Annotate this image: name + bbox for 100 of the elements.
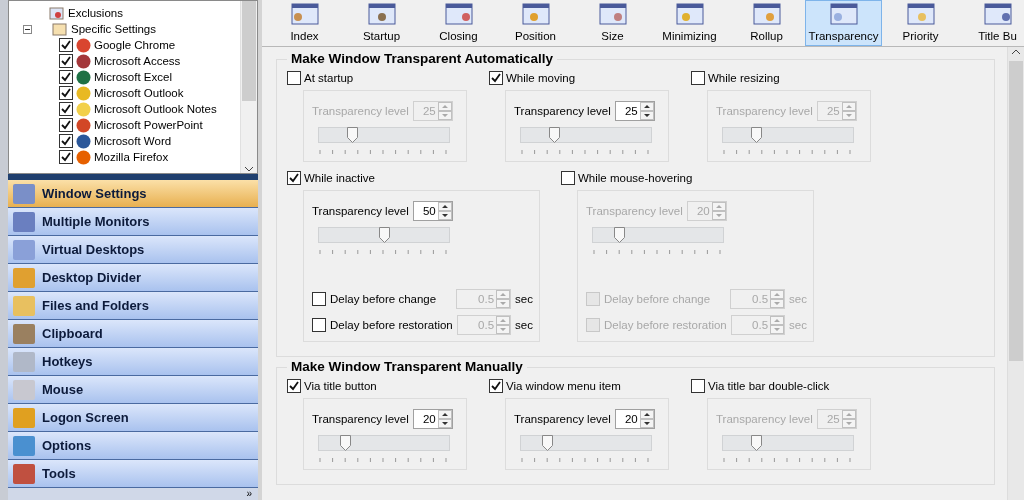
spin-arrows-icon[interactable] xyxy=(437,202,452,220)
checkbox-label: Via title bar double-click xyxy=(708,380,830,392)
checkbox-label: Delay before change xyxy=(604,293,712,305)
toolbar-tab[interactable]: Priority xyxy=(882,0,959,46)
slider-track[interactable] xyxy=(318,127,450,143)
tree-item[interactable]: Exclusions xyxy=(68,7,123,19)
unit-label: sec xyxy=(515,319,533,331)
checkbox[interactable] xyxy=(59,102,73,116)
group-title: Make Window Transparent Automatically xyxy=(287,51,557,66)
checkbox[interactable] xyxy=(59,86,73,100)
tree-item[interactable]: Specific Settings xyxy=(71,23,156,35)
tree-item[interactable]: Microsoft Word xyxy=(94,135,172,147)
slider-thumb[interactable] xyxy=(379,227,390,243)
slider-track[interactable] xyxy=(520,435,652,451)
slider-thumb[interactable] xyxy=(340,435,351,451)
scrollbar[interactable] xyxy=(1007,47,1024,500)
unit-label: sec xyxy=(515,293,533,305)
toolbar-tab[interactable]: Transparency xyxy=(805,0,882,46)
toolbar-tab[interactable]: Closing xyxy=(420,0,497,46)
slider-thumb[interactable] xyxy=(542,435,553,451)
checkbox-label: Delay before restoration xyxy=(604,319,727,331)
field-label: Transparency level xyxy=(312,413,409,425)
slider-thumb[interactable] xyxy=(750,127,762,143)
checkbox[interactable] xyxy=(312,318,326,332)
nav-item[interactable]: Virtual Desktops xyxy=(8,236,258,264)
slider-thumb[interactable] xyxy=(750,435,762,451)
checkbox-label: Delay before change xyxy=(330,293,438,305)
toolbar-tab[interactable]: Rollup xyxy=(728,0,805,46)
checkbox[interactable] xyxy=(691,71,705,85)
checkbox[interactable] xyxy=(59,38,73,52)
field-label: Transparency level xyxy=(514,413,611,425)
checkbox[interactable] xyxy=(287,71,301,85)
checkbox-label: While mouse-hovering xyxy=(578,172,693,184)
spin-arrows-icon[interactable] xyxy=(639,410,654,428)
checkbox[interactable] xyxy=(59,70,73,84)
checkbox[interactable] xyxy=(59,150,73,164)
checkbox[interactable] xyxy=(59,118,73,132)
tree-item[interactable]: Microsoft Outlook xyxy=(94,87,184,99)
folder-icon xyxy=(52,22,68,36)
nav-item[interactable]: Multiple Monitors xyxy=(8,208,258,236)
checkbox-label: Delay before restoration xyxy=(330,319,453,331)
slider-track[interactable] xyxy=(318,435,450,451)
slider-track[interactable] xyxy=(520,127,652,143)
checkbox[interactable] xyxy=(489,71,503,85)
checkbox-label: While inactive xyxy=(304,172,375,184)
unit-label: sec xyxy=(789,319,807,331)
toolbar-tab[interactable]: Index xyxy=(266,0,343,46)
toolbar-tab[interactable]: Size xyxy=(574,0,651,46)
checkbox[interactable] xyxy=(287,171,301,185)
nav-item[interactable]: Tools xyxy=(8,460,258,488)
nav-item[interactable]: Mouse xyxy=(8,376,258,404)
spin-field[interactable]: 50 xyxy=(412,201,453,221)
slider-track[interactable] xyxy=(722,127,854,143)
field-label: Transparency level xyxy=(312,205,409,217)
checkbox[interactable] xyxy=(59,54,73,68)
tree-item[interactable]: Microsoft PowerPoint xyxy=(94,119,203,131)
spin-arrows-icon[interactable] xyxy=(437,410,452,428)
tree-item[interactable]: Mozilla Firefox xyxy=(94,151,169,163)
nav-item[interactable]: Window Settings xyxy=(8,180,258,208)
nav-item[interactable]: Clipboard xyxy=(8,320,258,348)
nav-item[interactable]: Options xyxy=(8,432,258,460)
slider-track[interactable] xyxy=(318,227,450,243)
checkbox[interactable] xyxy=(287,379,301,393)
checkbox[interactable] xyxy=(691,379,705,393)
checkbox-label: While resizing xyxy=(708,72,780,84)
slider-track[interactable] xyxy=(722,435,854,451)
scrollbar[interactable] xyxy=(240,1,257,174)
more-button[interactable]: » xyxy=(240,488,258,500)
slider-thumb[interactable] xyxy=(614,227,625,243)
tree-item[interactable]: Microsoft Excel xyxy=(94,71,172,83)
checkbox-label: While moving xyxy=(506,72,576,84)
toolbar-tab[interactable]: Minimizing xyxy=(651,0,728,46)
tree-item[interactable]: Google Chrome xyxy=(94,39,176,51)
spin-arrows-icon[interactable] xyxy=(639,102,654,120)
nav-item[interactable]: Desktop Divider xyxy=(8,264,258,292)
nav-item[interactable]: Files and Folders xyxy=(8,292,258,320)
checkbox-label: Via window menu item xyxy=(506,380,621,392)
slider-thumb[interactable] xyxy=(548,127,560,143)
field-label: Transparency level xyxy=(586,205,683,217)
checkbox-label: At startup xyxy=(304,72,354,84)
slider-thumb[interactable] xyxy=(346,127,358,143)
toolbar-tab[interactable]: Startup xyxy=(343,0,420,46)
toolbar-tab[interactable]: Title Bu xyxy=(959,0,1024,46)
checkbox[interactable] xyxy=(561,171,575,185)
spin-field[interactable]: 20 xyxy=(412,409,453,429)
checkbox[interactable] xyxy=(312,292,326,306)
collapse-icon[interactable] xyxy=(23,24,32,34)
slider-track[interactable] xyxy=(592,227,724,243)
nav-item[interactable]: Logon Screen xyxy=(8,404,258,432)
nav-item[interactable]: Hotkeys xyxy=(8,348,258,376)
tree-item[interactable]: Microsoft Access xyxy=(94,55,181,67)
checkbox[interactable] xyxy=(59,134,73,148)
folder-icon xyxy=(49,6,65,20)
field-label: Transparency level xyxy=(312,105,409,117)
tree-item[interactable]: Microsoft Outlook Notes xyxy=(94,103,217,115)
spin-field[interactable]: 25 xyxy=(614,101,655,121)
toolbar-tab[interactable]: Position xyxy=(497,0,574,46)
spin-field[interactable]: 20 xyxy=(614,409,655,429)
checkbox[interactable] xyxy=(489,379,503,393)
checkbox-label: Via title button xyxy=(304,380,377,392)
